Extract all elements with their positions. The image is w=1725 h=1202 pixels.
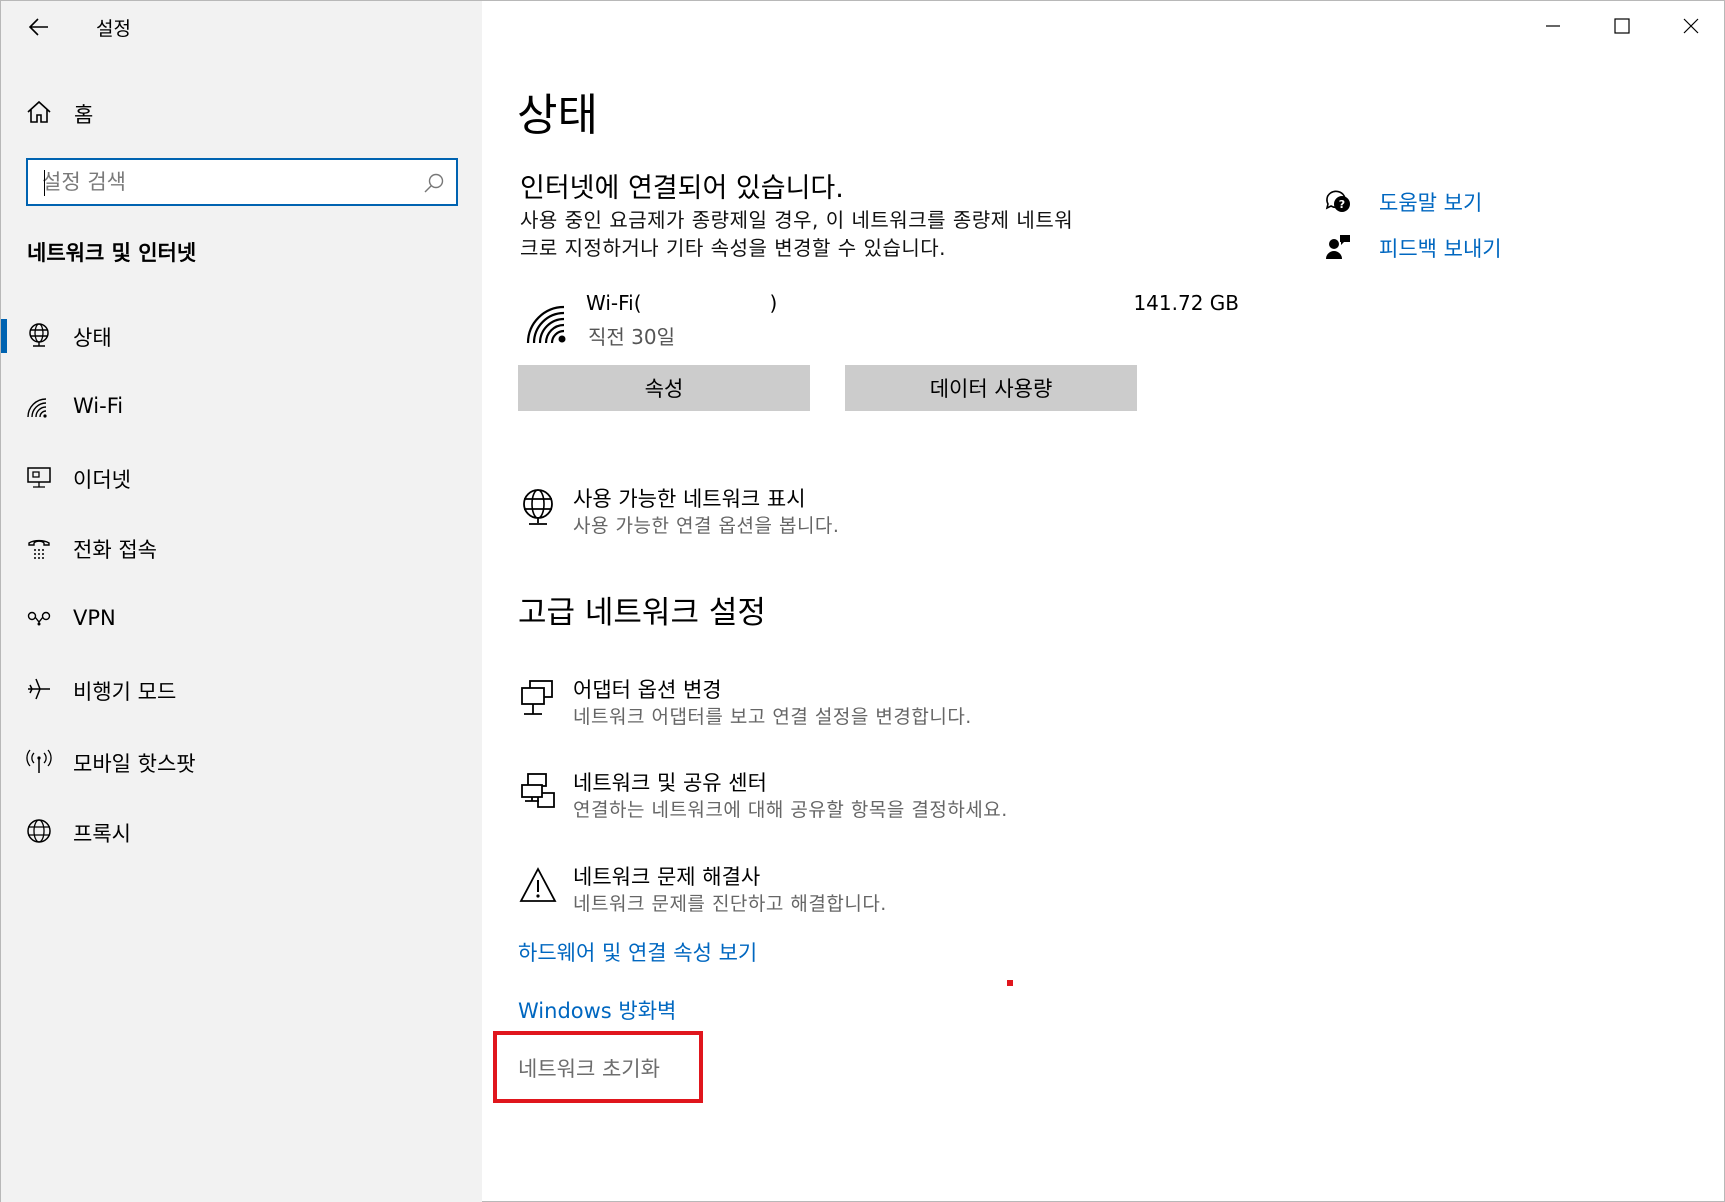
- advanced-settings-heading: 고급 네트워크 설정: [518, 595, 766, 631]
- item-title: 네트워크 문제 해결사: [573, 865, 761, 889]
- sidebar-item-label: 프록시: [73, 822, 131, 846]
- connection-period: 직전 30일: [588, 325, 676, 349]
- item-title: 사용 가능한 네트워크 표시: [573, 487, 806, 511]
- section-title: 네트워크 및 인터넷: [27, 241, 197, 265]
- sidebar-item-vpn[interactable]: VPN: [1, 589, 482, 649]
- data-usage-button[interactable]: 데이터 사용량: [845, 365, 1137, 411]
- sidebar-item-ethernet[interactable]: 이더넷: [1, 447, 482, 507]
- sidebar-item-hotspot[interactable]: 모바일 핫스팟: [1, 731, 482, 791]
- hardware-properties-link[interactable]: 하드웨어 및 연결 속성 보기: [518, 937, 757, 967]
- feedback-link[interactable]: 피드백 보내기: [1324, 229, 1624, 265]
- highlight-annotation-box: [493, 1031, 703, 1103]
- item-subtitle: 네트워크 어댑터를 보고 연결 설정을 변경합니다.: [573, 706, 972, 728]
- help-chat-icon: ?: [1325, 190, 1350, 212]
- settings-window: 설정 홈 네트워크 및 인터넷 상태 Wi-Fi 이더넷: [0, 0, 1725, 1202]
- sidebar-item-label: 상태: [73, 326, 112, 350]
- sidebar-item-label: VPN: [73, 606, 116, 630]
- help-label: 도움말 보기: [1379, 191, 1483, 215]
- search-icon[interactable]: [422, 171, 446, 195]
- sidebar-item-status[interactable]: 상태: [1, 305, 482, 365]
- feedback-icon: [1326, 235, 1350, 259]
- back-button[interactable]: [19, 9, 59, 45]
- status-heading: 인터넷에 연결되어 있습니다.: [520, 173, 844, 204]
- properties-button[interactable]: 속성: [518, 365, 810, 411]
- minimize-icon: [1545, 25, 1560, 27]
- svg-text:?: ?: [1339, 198, 1345, 211]
- sidebar-item-dialup[interactable]: 전화 접속: [1, 517, 482, 577]
- sharing-center-icon: [521, 773, 555, 808]
- status-desc-line: 사용 중인 요금제가 종량제일 경우, 이 네트워크를 종량제 네트워: [520, 208, 1074, 232]
- connection-name: Wi-Fi(): [586, 291, 777, 315]
- back-arrow-icon: [28, 18, 48, 36]
- sidebar-item-label: 모바일 핫스팟: [73, 752, 196, 776]
- ethernet-icon: [27, 467, 51, 488]
- vpn-icon: [27, 611, 51, 626]
- search-box[interactable]: [26, 158, 458, 206]
- item-subtitle: 사용 가능한 연결 옵션을 봅니다.: [573, 515, 840, 537]
- sidebar-item-label: 이더넷: [73, 468, 131, 492]
- page-title: 상태: [517, 90, 598, 141]
- window-controls: [1518, 1, 1725, 51]
- network-troubleshooter[interactable]: 네트워크 문제 해결사 네트워크 문제를 진단하고 해결합니다.: [518, 861, 1218, 927]
- sidebar-item-label: 전화 접속: [73, 538, 157, 562]
- text-caret: [44, 170, 45, 196]
- globe-network-icon: [29, 323, 49, 347]
- close-button[interactable]: [1656, 1, 1725, 51]
- sidebar: 설정 홈 네트워크 및 인터넷 상태 Wi-Fi 이더넷: [1, 1, 482, 1202]
- connection-name-suffix: ): [769, 291, 778, 315]
- minimize-button[interactable]: [1518, 1, 1587, 51]
- help-link[interactable]: ? 도움말 보기: [1324, 183, 1624, 219]
- maximize-button[interactable]: [1587, 1, 1656, 51]
- selection-indicator: [1, 319, 7, 353]
- status-description: 사용 중인 요금제가 종량제일 경우, 이 네트워크를 종량제 네트워 크로 지…: [520, 206, 1160, 262]
- item-subtitle: 연결하는 네트워크에 대해 공유할 항목을 결정하세요.: [573, 799, 1008, 821]
- main-content: 상태 인터넷에 연결되어 있습니다. 사용 중인 요금제가 종량제일 경우, 이…: [482, 1, 1725, 1202]
- feedback-label: 피드백 보내기: [1379, 237, 1502, 261]
- sidebar-item-label: 비행기 모드: [73, 680, 177, 704]
- wifi-signal-icon: [526, 305, 566, 344]
- item-title: 네트워크 및 공유 센터: [573, 771, 767, 795]
- maximize-icon: [1613, 18, 1630, 34]
- home-icon: [27, 100, 51, 123]
- annotation-dot: [1007, 980, 1013, 986]
- warning-icon: [519, 867, 557, 902]
- change-adapter-options[interactable]: 어댑터 옵션 변경 네트워크 어댑터를 보고 연결 설정을 변경합니다.: [518, 674, 1218, 740]
- network-sharing-center[interactable]: 네트워크 및 공유 센터 연결하는 네트워크에 대해 공유할 항목을 결정하세요…: [518, 767, 1218, 833]
- adapter-icon: [521, 680, 553, 715]
- data-usage-value: 141.72 GB: [1133, 291, 1239, 315]
- windows-firewall-link[interactable]: Windows 방화벽: [518, 995, 676, 1025]
- dialup-icon: [28, 539, 50, 559]
- wifi-icon: [27, 398, 47, 418]
- hotspot-icon: [26, 749, 52, 773]
- sidebar-item-wifi[interactable]: Wi-Fi: [1, 377, 482, 437]
- show-available-networks[interactable]: 사용 가능한 네트워크 표시 사용 가능한 연결 옵션을 봅니다.: [518, 483, 1218, 549]
- globe-icon: [27, 819, 51, 843]
- connection-name-prefix: Wi-Fi(: [586, 291, 642, 315]
- sidebar-item-proxy[interactable]: 프록시: [1, 801, 482, 861]
- item-title: 어댑터 옵션 변경: [573, 678, 722, 702]
- airplane-icon: [28, 678, 50, 700]
- search-input[interactable]: [42, 166, 422, 198]
- home-label: 홈: [74, 103, 94, 127]
- item-subtitle: 네트워크 문제를 진단하고 해결합니다.: [573, 893, 887, 915]
- close-icon: [1683, 18, 1698, 34]
- title-bar: 설정: [1, 1, 482, 53]
- sidebar-item-airplane[interactable]: 비행기 모드: [1, 659, 482, 719]
- sidebar-item-label: Wi-Fi: [73, 394, 124, 418]
- sidebar-item-home[interactable]: 홈: [1, 89, 482, 133]
- app-title: 설정: [96, 18, 131, 40]
- globe-network-icon: [523, 489, 553, 525]
- status-desc-line: 크로 지정하거나 기타 속성을 변경할 수 있습니다.: [520, 236, 947, 260]
